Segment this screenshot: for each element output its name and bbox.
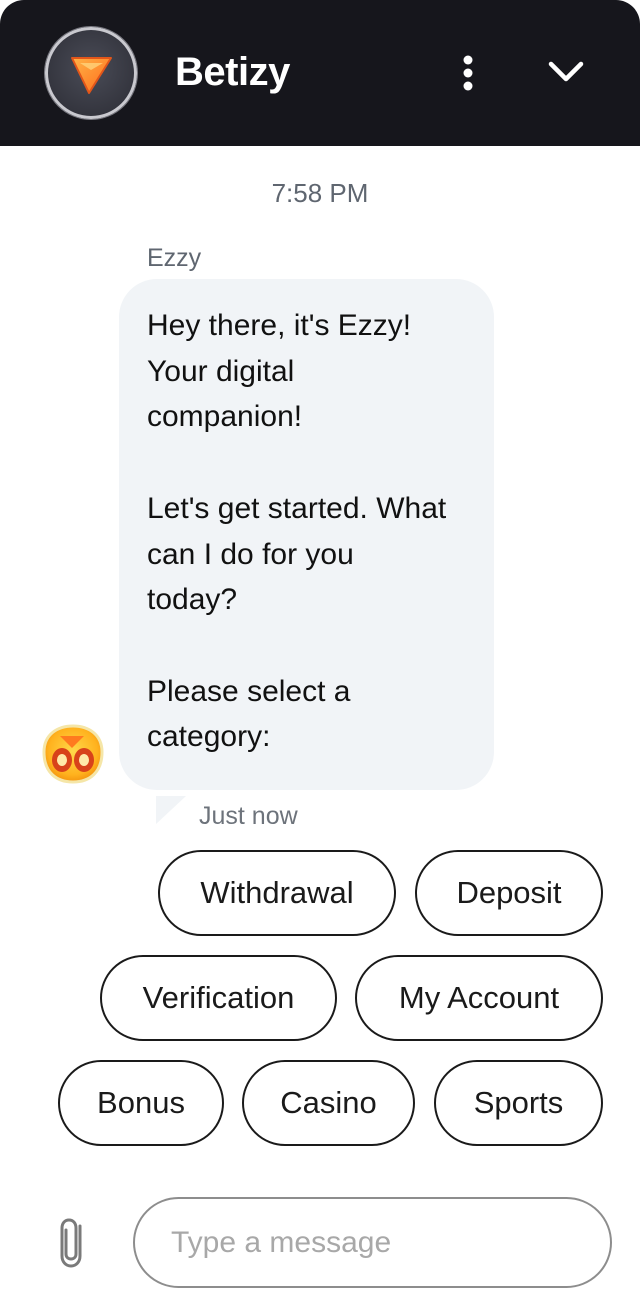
quick-reply-sports[interactable]: Sports bbox=[434, 1060, 603, 1146]
chevron-down-icon bbox=[548, 61, 584, 82]
vertical-dots-icon bbox=[463, 55, 473, 91]
paperclip-icon bbox=[60, 1218, 82, 1268]
brand-logo-icon bbox=[45, 27, 137, 119]
message-input[interactable] bbox=[171, 1217, 571, 1269]
message-paragraph: Hey there, it's Ezzy! Your digital compa… bbox=[147, 309, 412, 434]
message-paragraph: Let's get started. What can I do for you… bbox=[147, 491, 447, 617]
minimize-chat-button[interactable] bbox=[540, 48, 592, 96]
chat-widget: Betizy 7:58 PM Ezzy Hey there, it's Ezzy… bbox=[0, 0, 640, 1316]
quick-reply-verification[interactable]: Verification bbox=[100, 955, 337, 1041]
quick-reply-my-account[interactable]: My Account bbox=[355, 955, 603, 1041]
conversation-timestamp: 7:58 PM bbox=[271, 178, 369, 208]
quick-reply-casino[interactable]: Casino bbox=[242, 1060, 415, 1146]
ezzy-mascot-icon bbox=[38, 722, 108, 786]
message-composer bbox=[133, 1197, 612, 1288]
bot-message-bubble: Hey there, it's Ezzy! Your digital compa… bbox=[119, 279, 494, 790]
quick-reply-withdrawal[interactable]: Withdrawal bbox=[158, 850, 396, 936]
message-sender-name: Ezzy bbox=[147, 244, 202, 272]
attach-file-button[interactable] bbox=[56, 1214, 90, 1270]
quick-reply-bonus[interactable]: Bonus bbox=[58, 1060, 224, 1146]
message-paragraph: Please select a category: bbox=[147, 674, 351, 754]
message-time: Just now bbox=[199, 802, 298, 830]
more-options-button[interactable] bbox=[448, 50, 488, 96]
quick-reply-deposit[interactable]: Deposit bbox=[415, 850, 603, 936]
chat-title: Betizy bbox=[175, 50, 290, 94]
chat-header: Betizy bbox=[0, 0, 640, 146]
bubble-tail bbox=[156, 796, 186, 824]
